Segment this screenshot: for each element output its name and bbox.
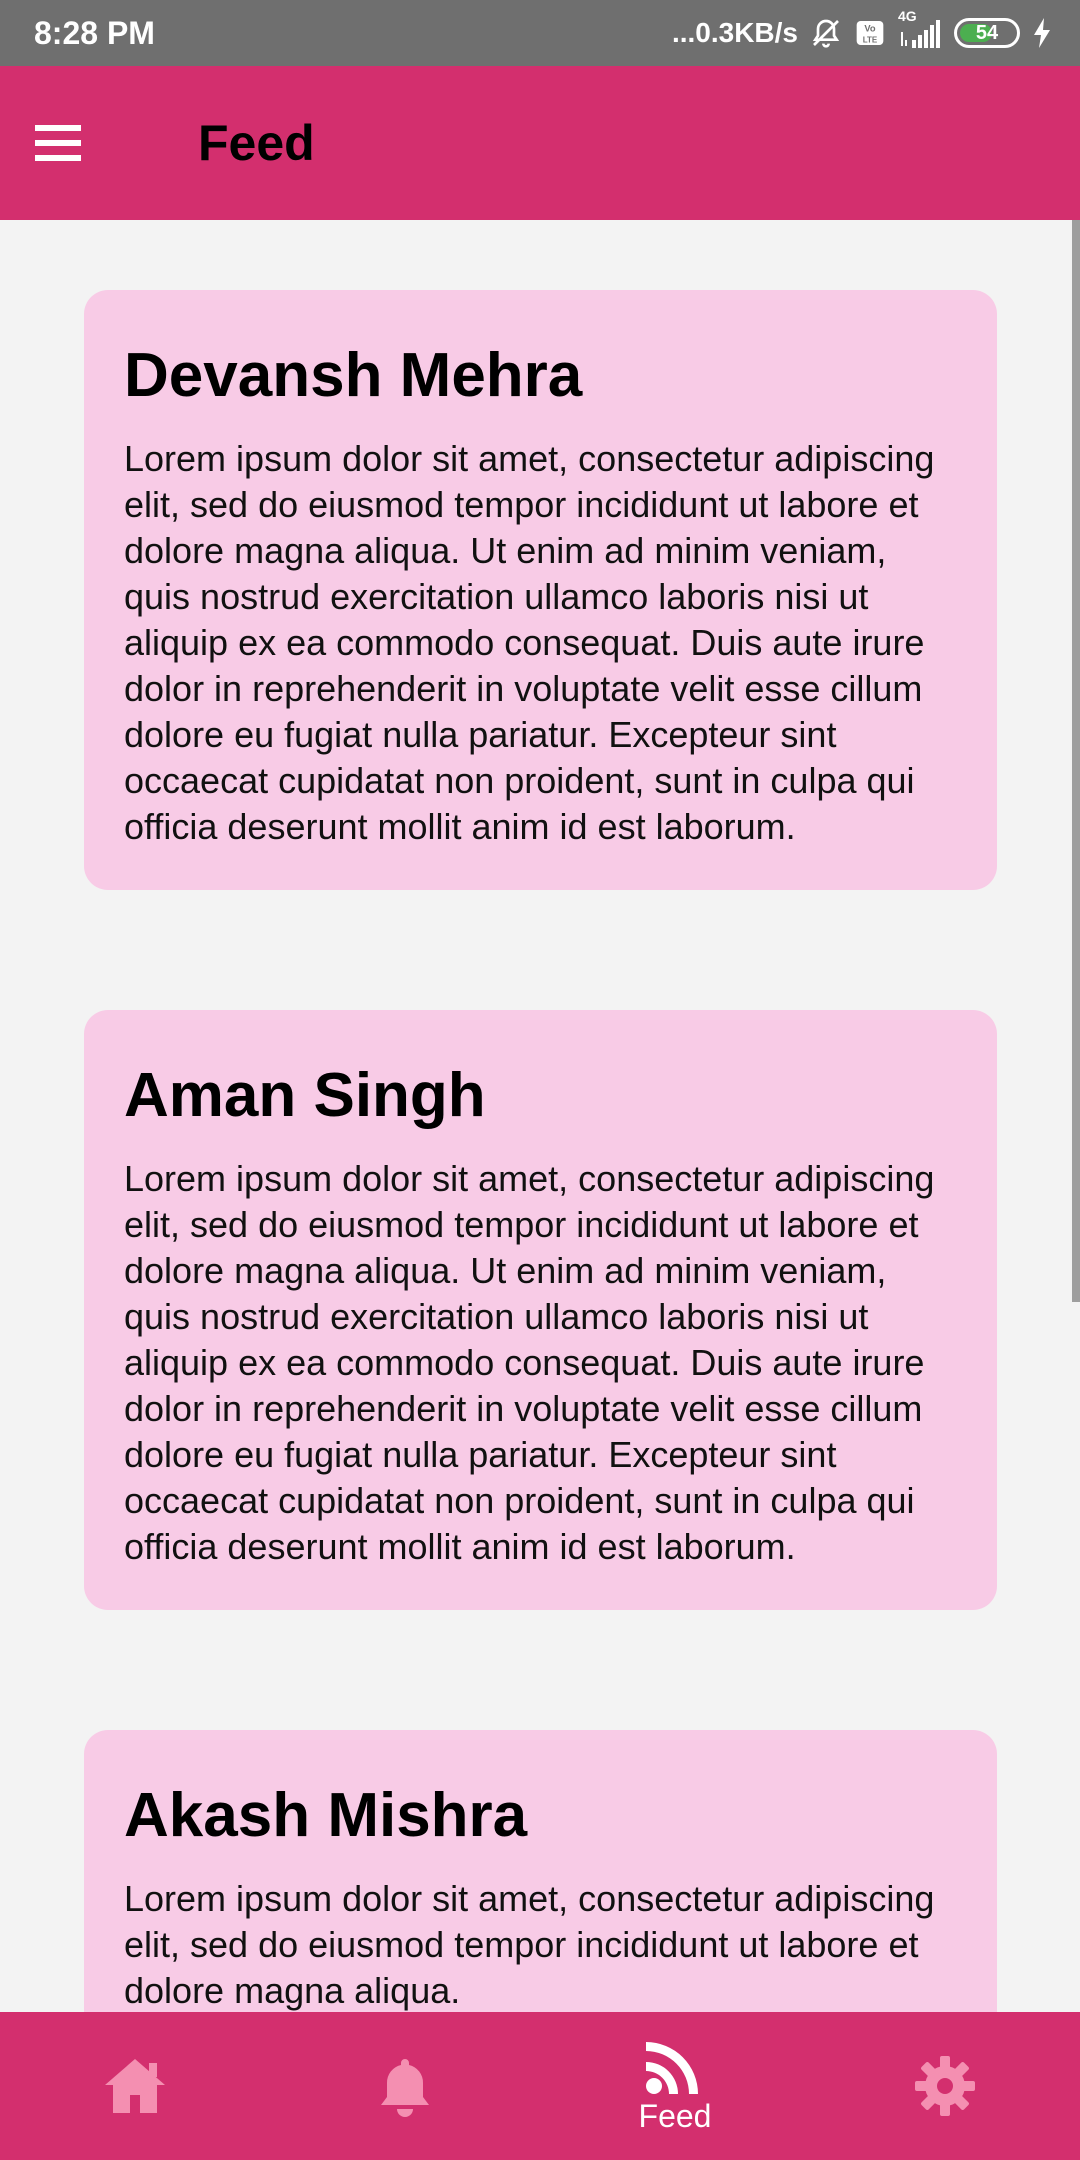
post-text: Lorem ipsum dolor sit amet, consectetur …	[124, 1158, 935, 1568]
page-title: Feed	[198, 115, 315, 171]
nav-feed-label: Feed	[638, 2097, 712, 2134]
bottom-navigation: Feed	[0, 2012, 1080, 2160]
svg-text:LTE: LTE	[863, 35, 878, 44]
feed-card[interactable]: Aman Singh Lorem ipsum dolor sit amet, c…	[84, 1010, 997, 1611]
status-time: 8:28 PM	[34, 14, 155, 51]
battery-level: 54	[975, 21, 999, 44]
charging-icon	[1032, 18, 1052, 48]
rss-feed-icon	[646, 2041, 698, 2094]
nav-home[interactable]	[0, 2012, 270, 2160]
svg-text:Vo: Vo	[864, 24, 876, 34]
post-text: Lorem ipsum dolor sit amet, consectetur …	[124, 1878, 935, 2012]
dnd-bell-icon	[810, 17, 842, 49]
hamburger-menu-button[interactable]	[0, 66, 115, 220]
signal-icon: 4G	[898, 8, 942, 48]
feed-list[interactable]: Devansh Mehra Lorem ipsum dolor sit amet…	[0, 220, 1080, 2012]
hamburger-menu-icon	[34, 125, 81, 161]
feed-card[interactable]: Akash Mishra Lorem ipsum dolor sit amet,…	[84, 1730, 997, 2012]
post-author-name: Aman Singh	[124, 1061, 486, 1130]
bell-icon	[381, 2059, 429, 2117]
gear-icon	[915, 2056, 975, 2116]
feed-card[interactable]: Devansh Mehra Lorem ipsum dolor sit amet…	[84, 290, 997, 891]
nav-feed[interactable]: Feed	[540, 2012, 810, 2160]
post-author-name: Devansh Mehra	[124, 341, 583, 410]
nav-settings[interactable]	[810, 2012, 1080, 2160]
post-author-name: Akash Mishra	[124, 1781, 528, 1850]
network-speed: ...0.3KB/s	[671, 17, 798, 48]
nav-notifications[interactable]	[270, 2012, 540, 2160]
volte-icon: Vo LTE	[854, 17, 886, 49]
network-type: 4G	[898, 8, 917, 24]
battery-icon: 54	[954, 18, 1020, 48]
post-text: Lorem ipsum dolor sit amet, consectetur …	[124, 438, 935, 848]
app-bar: Feed	[0, 66, 1080, 220]
status-bar: 8:28 PM ...0.3KB/s Vo LTE 4G 54	[0, 0, 1080, 66]
home-icon	[105, 2059, 165, 2113]
scrollbar[interactable]	[1072, 220, 1080, 1302]
status-icons: ...0.3KB/s Vo LTE 4G 54	[671, 8, 1052, 49]
